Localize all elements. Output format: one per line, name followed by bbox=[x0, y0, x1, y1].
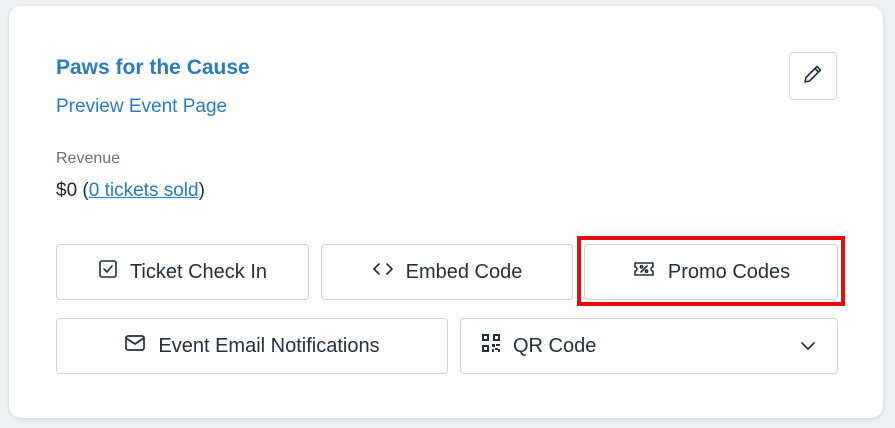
embed-code-button[interactable]: Embed Code bbox=[321, 244, 573, 300]
qr-code-label: QR Code bbox=[513, 334, 597, 357]
tickets-sold-link[interactable]: 0 tickets sold bbox=[89, 180, 199, 201]
event-email-notifications-button[interactable]: Event Email Notifications bbox=[56, 318, 448, 374]
revenue-amount: $0 bbox=[56, 180, 78, 201]
promo-codes-button[interactable]: Promo Codes bbox=[584, 244, 838, 300]
edit-event-button[interactable] bbox=[789, 52, 837, 100]
paren-open: ( bbox=[77, 180, 89, 201]
revenue-value: $0 (0 tickets sold) bbox=[56, 180, 205, 202]
embed-code-label: Embed Code bbox=[405, 260, 523, 283]
pencil-icon bbox=[801, 62, 825, 91]
revenue-label: Revenue bbox=[56, 150, 121, 167]
qr-code-dropdown[interactable]: QR Code bbox=[460, 318, 838, 374]
chevron-down-icon bbox=[799, 337, 817, 361]
event-email-notifications-label: Event Email Notifications bbox=[158, 334, 380, 357]
paren-close: ) bbox=[198, 180, 205, 201]
ticket-check-in-label: Ticket Check In bbox=[129, 260, 268, 283]
preview-event-page-link[interactable]: Preview Event Page bbox=[56, 96, 227, 118]
event-title: Paws for the Cause bbox=[56, 56, 250, 79]
ticket-check-in-button[interactable]: Ticket Check In bbox=[56, 244, 309, 300]
qr-code-icon bbox=[481, 333, 501, 359]
promo-codes-label: Promo Codes bbox=[667, 260, 791, 283]
envelope-icon bbox=[124, 334, 146, 358]
code-brackets-icon bbox=[372, 259, 394, 285]
ticket-percent-icon bbox=[632, 259, 656, 285]
checkbox-icon bbox=[98, 259, 118, 285]
